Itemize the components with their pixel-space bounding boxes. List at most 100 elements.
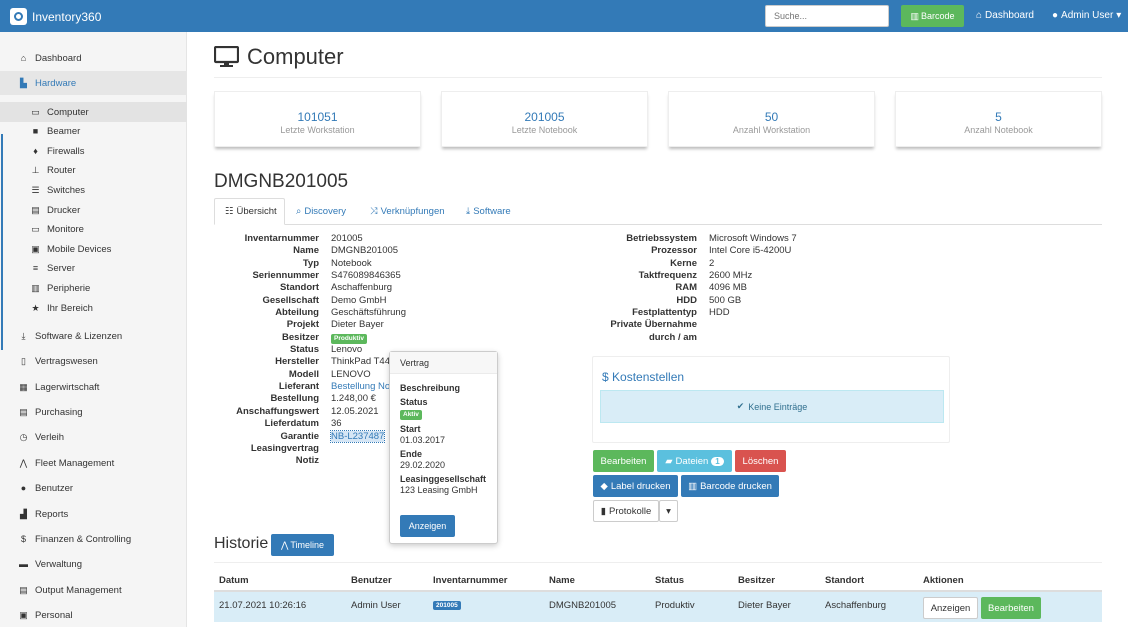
sidebar-item-verleih[interactable]: ◷ Verleih — [0, 425, 187, 449]
sidebar-subitem-drucker[interactable]: ▤ Drucker — [0, 200, 187, 220]
detail-value: 12.05.2021 — [331, 405, 379, 417]
sidebar-subitem-label: Ihr Bereich — [47, 302, 93, 314]
stat-card-count-workstation[interactable]: 50 Anzahl Workstation — [668, 91, 875, 147]
barcode-drucken-button[interactable]: ▥ Barcode drucken — [681, 475, 779, 497]
detail-value: Demo GmbH — [331, 294, 387, 306]
sidebar-item-verwaltung[interactable]: ▬ Verwaltung — [0, 552, 187, 576]
sidebar-item-purchasing[interactable]: ▤ Purchasing — [0, 400, 187, 424]
popover-label: Leasinggesellschaft — [400, 474, 487, 484]
column-header[interactable]: Datum — [219, 575, 249, 586]
tab-software[interactable]: ⤓ Software — [456, 198, 521, 225]
sidebar-item-fleet[interactable]: ⋀ Fleet Management — [0, 451, 187, 475]
sidebar-subitem-switches[interactable]: ☰ Switches — [0, 180, 187, 200]
detail-label: Projekt — [286, 319, 319, 331]
sidebar-subitem-server[interactable]: ≡ Server — [0, 258, 187, 278]
sidebar-item-hardware[interactable]: ▙ Hardware — [0, 71, 187, 95]
sidebar-subitem-label: Server — [47, 262, 75, 274]
row-bearbeiten-button[interactable]: Bearbeiten — [981, 597, 1041, 619]
sidebar-subitem-ihr-bereich[interactable]: ★ Ihr Bereich — [0, 298, 187, 318]
detail-label: Anschaffungswert — [236, 405, 319, 417]
sidebar-item-label: Vertragswesen — [35, 355, 98, 367]
user-menu-label: Admin User — [1061, 10, 1114, 21]
brand[interactable]: Inventory360 — [10, 8, 101, 25]
column-header[interactable]: Name — [549, 575, 575, 586]
sidebar-subitem-computer[interactable]: ▭ Computer — [0, 102, 187, 122]
detail-value: Microsoft Windows 7 — [709, 233, 797, 244]
leasingvertrag-link[interactable]: NB-L237487 — [329, 429, 386, 443]
sidebar-subitem-firewalls[interactable]: ♦ Firewalls — [0, 141, 187, 161]
bearbeiten-button[interactable]: Bearbeiten — [593, 450, 654, 472]
table-cell: Dieter Bayer — [738, 600, 791, 611]
app-title: Inventory360 — [32, 9, 102, 24]
label-drucken-button[interactable]: ◆ Label drucken — [593, 475, 678, 497]
grid-icon: ▦ — [19, 381, 28, 392]
button-label: Label drucken — [610, 480, 671, 492]
detail-label: Notiz — [295, 455, 319, 467]
column-header: Aktionen — [923, 575, 964, 586]
detail-label: Garantie — [280, 430, 319, 442]
sidebar-item-finanzen[interactable]: $ Finanzen & Controlling — [0, 527, 187, 551]
sidebar-subitem-router[interactable]: ⊥ Router — [0, 160, 187, 180]
sidebar-item-label: Dashboard — [35, 52, 82, 64]
sidebar-item-label: Benutzer — [35, 482, 74, 494]
stat-label: Letzte Workstation — [280, 125, 355, 135]
sidebar-item-label: Software & Lizenzen — [35, 330, 123, 342]
nav-dashboard-label: Dashboard — [985, 10, 1034, 21]
sidebar-item-dashboard[interactable]: ⌂ Dashboard — [0, 46, 187, 70]
list-icon: ☷ — [225, 206, 234, 217]
detail-value: Notebook — [331, 257, 372, 269]
bestellung-link[interactable]: Bestellung Not — [331, 381, 393, 393]
column-header[interactable]: Besitzer — [738, 575, 775, 586]
user-menu[interactable]: ● Admin User ▾ — [1052, 10, 1121, 21]
detail-label: Standort — [279, 282, 319, 294]
sidebar-item-label: Reports — [35, 508, 69, 520]
sidebar-subitem-mobile-devices[interactable]: ▣ Mobile Devices — [0, 239, 187, 259]
sidebar-item-software[interactable]: ⤓ Software & Lizenzen — [0, 324, 187, 348]
sidebar-subitem-monitore[interactable]: ▭ Monitore — [0, 219, 187, 239]
column-header[interactable]: Inventarnummer — [433, 575, 507, 586]
detail-value: Aschaffenburg — [331, 282, 393, 294]
leasing-row: NB-L237487 — [329, 429, 391, 443]
tab-label: Verknüpfungen — [380, 206, 445, 217]
popover-anzeigen-button[interactable]: Anzeigen — [400, 515, 455, 537]
sidebar-subitem-beamer[interactable]: ■ Beamer — [0, 121, 187, 141]
tab-uebersicht[interactable]: ☷ Übersicht — [214, 198, 285, 225]
historie-title: Historie — [214, 535, 269, 552]
sidebar-item-benutzer[interactable]: ● Benutzer — [0, 476, 187, 500]
sidebar-item-reports[interactable]: ▟ Reports — [0, 502, 187, 526]
sidebar-subitem-peripherie[interactable]: ▥ Peripherie — [0, 278, 187, 298]
loeschen-button[interactable]: Löschen — [735, 450, 786, 472]
tab-label: Discovery — [304, 206, 347, 217]
dateien-button[interactable]: ▰ Dateien 1 — [657, 450, 732, 472]
sidebar-item-output[interactable]: ▤ Output Management — [0, 578, 187, 602]
protokolle-dropdown-toggle[interactable]: ▾ — [659, 500, 678, 522]
nav-dashboard-link[interactable]: ⌂ Dashboard — [976, 10, 1034, 21]
row-anzeigen-button[interactable]: Anzeigen — [923, 597, 978, 619]
sidebar-item-vertragswesen[interactable]: ▯ Vertragswesen — [0, 349, 187, 373]
download-icon: ⤓ — [466, 206, 471, 217]
details-right-values: Microsoft Windows 7 Intel Core i5-4200U … — [709, 233, 839, 319]
stat-card-count-notebook[interactable]: 5 Anzahl Notebook — [895, 91, 1102, 147]
file-icon: ▮ — [600, 505, 606, 517]
tab-verknuepfungen[interactable]: ⤨ Verknüpfungen — [360, 198, 455, 225]
divider — [214, 562, 1102, 563]
column-header[interactable]: Standort — [825, 575, 864, 586]
stat-card-workstation[interactable]: 101051 Letzte Workstation — [214, 91, 421, 147]
detail-value: LENOVO — [331, 368, 371, 380]
sidebar-item-lagerwirtschaft[interactable]: ▦ Lagerwirtschaft — [0, 375, 187, 399]
search-input[interactable] — [765, 5, 889, 27]
protokolle-button[interactable]: ▮ Protokolle — [593, 500, 659, 522]
status-row: Produktiv — [331, 332, 391, 344]
stat-value: 50 — [764, 110, 779, 124]
timeline-button[interactable]: ⋀ Timeline — [271, 534, 334, 556]
barcode-button[interactable]: ▥ Barcode — [901, 5, 964, 27]
stat-card-notebook[interactable]: 201005 Letzte Notebook — [441, 91, 648, 147]
peripheral-icon: ▥ — [31, 282, 40, 293]
details-left-values: 201005 DMGNB201005 Notebook S47608984636… — [329, 233, 406, 443]
search-icon: ⌕ — [296, 206, 302, 217]
column-header[interactable]: Status — [655, 575, 684, 586]
column-header[interactable]: Benutzer — [351, 575, 392, 586]
tab-discovery[interactable]: ⌕ Discovery — [286, 198, 356, 225]
sidebar-item-personal[interactable]: ▣ Personal — [0, 603, 187, 627]
detail-value: 500 GB — [709, 294, 742, 306]
